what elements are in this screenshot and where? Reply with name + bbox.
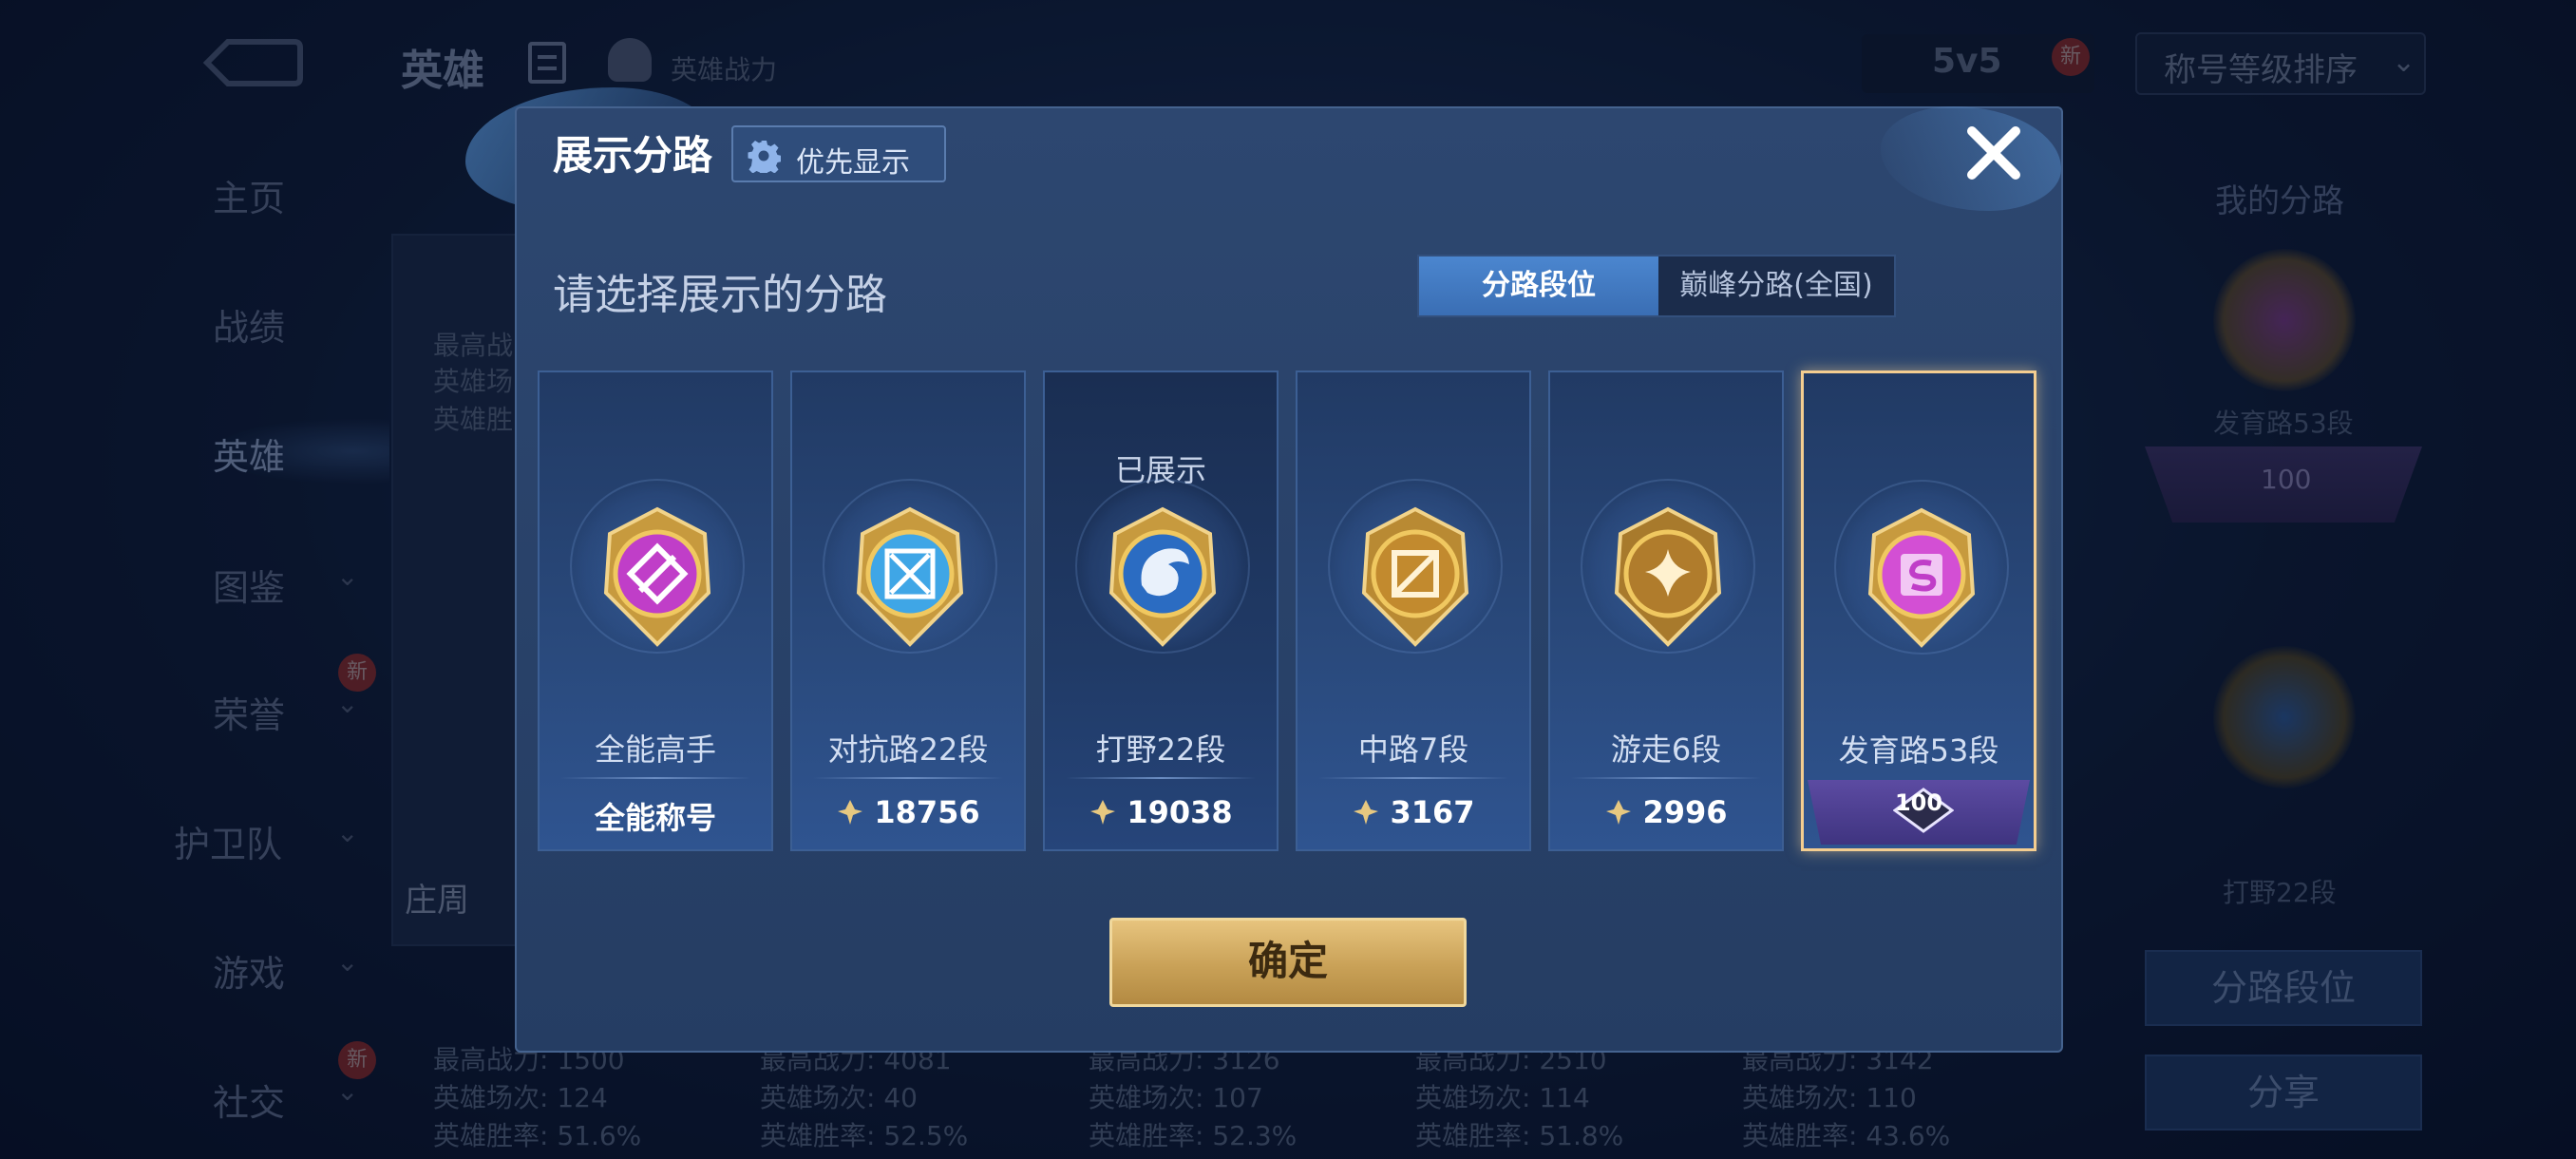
power-icon [1354,800,1379,825]
power-value: 18756 [874,794,980,830]
lane-name: 打野22段 [1095,732,1226,768]
lane-value: 18756 [792,794,1024,830]
divider [1318,777,1508,779]
lane-name: 中路7段 [1357,732,1469,768]
power-value: 19038 [1127,794,1233,830]
power-icon [1090,800,1116,825]
modal-subtitle: 请选择展示的分路 [553,271,887,319]
priority-label: 优先显示 [796,146,910,180]
lane-card-allround[interactable]: 全能高手 全能称号 [538,370,773,851]
power-icon [838,800,863,825]
divider [1066,777,1256,779]
lane-value: 全能称号 [594,800,716,836]
modal-title: 展示分路 [553,132,713,179]
lane-value: 3167 [1297,794,1529,830]
power-icon [1606,800,1632,825]
lane-value: 2996 [1550,794,1782,830]
tab-peak-lane[interactable]: 巅峰分路(全国) [1658,256,1894,315]
priority-display-button[interactable]: 优先显示 [731,125,946,182]
lane-card-mid[interactable]: 中路7段 3167 [1296,370,1531,851]
lane-name: 发育路53段 [1838,732,1999,769]
rank-number: 100 [1894,789,1943,816]
mid-lane-emblem-icon [1361,506,1469,647]
lane-card-marksman[interactable]: 发育路53段 100 [1801,370,2036,851]
lane-name: 游走6段 [1610,732,1722,768]
lane-value: 19038 [1045,794,1277,830]
lane-name: 全能高手 [594,732,716,768]
lane-tabs: 分路段位 巅峰分路(全国) [1417,255,1896,317]
roam-emblem-icon [1614,506,1722,647]
clash-lane-emblem-icon [856,506,964,647]
lane-name: 对抗路22段 [827,732,989,768]
lane-card-jungle[interactable]: 已展示 打野22段 19038 [1043,370,1279,851]
divider [813,777,1003,779]
tab-lane-rank[interactable]: 分路段位 [1419,256,1658,315]
lane-card-roam[interactable]: 游走6段 2996 [1548,370,1784,851]
lane-card-clash[interactable]: 对抗路22段 18756 [790,370,1026,851]
power-value: 3167 [1390,794,1475,830]
divider [1571,777,1761,779]
power-value: 2996 [1642,794,1728,830]
rank-ribbon: 100 [1808,780,2030,845]
close-icon[interactable] [1962,122,2025,184]
allround-emblem-icon [603,506,711,647]
gear-icon [748,141,781,173]
divider [560,777,750,779]
confirm-button[interactable]: 确定 [1109,918,1467,1007]
marksman-emblem-icon [1867,507,1976,648]
jungle-emblem-icon [1108,506,1217,647]
